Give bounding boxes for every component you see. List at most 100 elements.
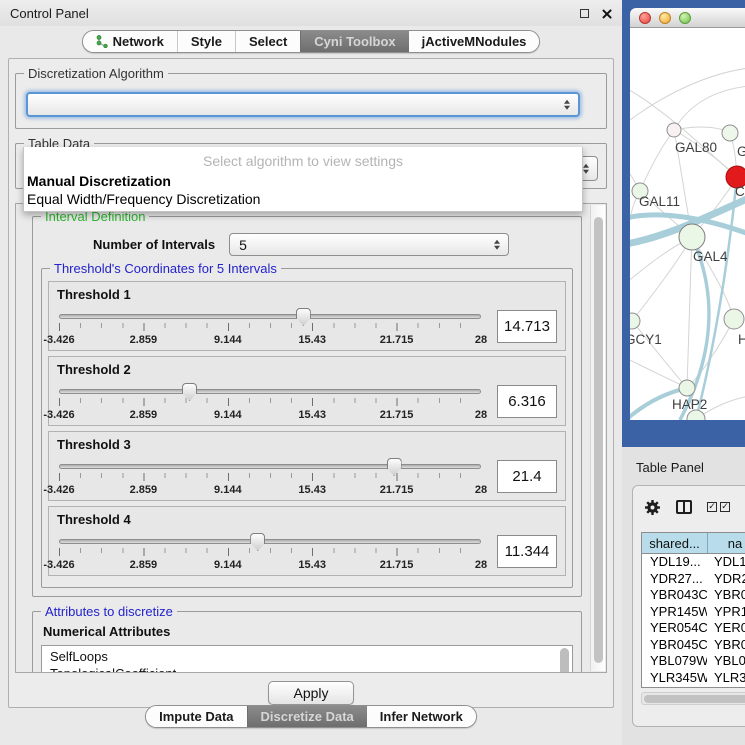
slider-track[interactable] bbox=[59, 464, 481, 469]
algorithm-option-equal-width[interactable]: Equal Width/Frequency Discretization bbox=[24, 190, 582, 208]
columns-icon[interactable] bbox=[676, 500, 692, 514]
table-horizontal-scrollbar[interactable] bbox=[641, 692, 745, 705]
table-row[interactable]: YBR043C YBR0 bbox=[642, 587, 745, 604]
tab-discretize-data-label: Discretize Data bbox=[261, 709, 354, 724]
column-header-name[interactable]: na bbox=[708, 533, 745, 553]
window-title: Control Panel bbox=[10, 6, 89, 21]
slider-track[interactable] bbox=[59, 539, 481, 544]
table-panel-section: Table Panel ✓ ✓ shared... na bbox=[622, 447, 745, 745]
cell-name: YBR0 bbox=[708, 587, 745, 604]
threshold-slider[interactable]: -3.426 2.859 9.144 15.43 21.715 28 bbox=[57, 382, 483, 426]
table-body: YDL19... YDL1 YDR27... YDR2 YBR043C YBR0 bbox=[642, 554, 745, 688]
tab-jactivemnodules-label: jActiveMNodules bbox=[422, 34, 527, 49]
apply-button[interactable]: Apply bbox=[268, 681, 353, 705]
minimize-traffic-icon[interactable] bbox=[659, 12, 671, 24]
table-row[interactable]: YBR045C YBR0 bbox=[642, 637, 745, 654]
threshold-value-field[interactable]: 11.344 bbox=[497, 535, 557, 568]
tick-label: 28 bbox=[475, 559, 487, 571]
tab-style-label: Style bbox=[191, 34, 222, 49]
tab-select-label: Select bbox=[249, 34, 287, 49]
attribute-list-item[interactable]: SelfLoops bbox=[50, 648, 556, 665]
node-unnamed-top-right[interactable] bbox=[722, 125, 738, 141]
threshold-value-field[interactable]: 6.316 bbox=[497, 385, 557, 418]
cell-name: YPR1 bbox=[708, 604, 745, 621]
discretization-algorithm-group: Discretization Algorithm bbox=[15, 73, 607, 129]
node-right-mid[interactable] bbox=[724, 309, 744, 329]
tick-label: 2.859 bbox=[130, 484, 158, 496]
interval-definition-group: Interval Definition Number of Intervals … bbox=[32, 216, 582, 597]
apply-row: Apply bbox=[9, 681, 613, 705]
threshold-slider[interactable]: -3.426 2.859 9.144 15.43 21.715 28 bbox=[57, 457, 483, 501]
table-row[interactable]: YBL079W YBL0 bbox=[642, 653, 745, 670]
tab-style[interactable]: Style bbox=[177, 31, 235, 52]
network-canvas[interactable]: GAL80 GA GAL11 C GAL4 GCY1 H HAP2 bbox=[630, 28, 745, 420]
slider-track[interactable] bbox=[59, 314, 481, 319]
algorithm-combobox[interactable] bbox=[26, 92, 580, 117]
node-label-partial-mid: C bbox=[735, 184, 745, 199]
settings-vertical-scrollbar[interactable] bbox=[590, 205, 605, 671]
tab-network[interactable]: Network bbox=[83, 31, 177, 52]
table-row[interactable]: YDL19... YDL1 bbox=[642, 554, 745, 571]
tick-label: 15.43 bbox=[298, 409, 326, 421]
threshold-panel: Threshold 1 -3.426 2.859 bbox=[48, 281, 566, 351]
cell-name: YBL0 bbox=[708, 653, 745, 670]
attributes-scrollbar-thumb[interactable] bbox=[560, 648, 569, 673]
node-gal80[interactable] bbox=[667, 123, 681, 137]
attributes-list-scrollbar[interactable] bbox=[560, 648, 570, 673]
node-label-hap2: HAP2 bbox=[672, 397, 707, 412]
slider-ticks bbox=[59, 323, 481, 328]
tab-infer-network[interactable]: Infer Network bbox=[367, 706, 476, 727]
tab-impute-data[interactable]: Impute Data bbox=[146, 706, 246, 727]
tick-label: 21.715 bbox=[380, 409, 414, 421]
settings-scrollbar-thumb[interactable] bbox=[594, 217, 603, 663]
node-gcy1[interactable] bbox=[630, 313, 640, 329]
slider-tick-labels: -3.426 2.859 9.144 15.43 21.715 28 bbox=[59, 334, 481, 347]
tick-label: 15.43 bbox=[298, 334, 326, 346]
network-view-window[interactable]: GAL80 GA GAL11 C GAL4 GCY1 H HAP2 bbox=[622, 0, 745, 447]
tab-jactivemnodules[interactable]: jActiveMNodules bbox=[409, 31, 540, 52]
tick-label: 15.43 bbox=[298, 559, 326, 571]
threshold-list: Threshold 1 -3.426 2.859 bbox=[48, 281, 566, 576]
tick-label: 21.715 bbox=[380, 484, 414, 496]
table-hscrollbar-thumb[interactable] bbox=[644, 695, 745, 703]
attribute-list-item[interactable]: TopologicalCoefficient bbox=[50, 665, 556, 673]
algorithm-dropdown-popup: Select algorithm to view settings Manual… bbox=[23, 147, 583, 212]
threshold-slider[interactable]: -3.426 2.859 9.144 15.43 21.715 28 bbox=[57, 307, 483, 351]
tick-label: 9.144 bbox=[214, 559, 242, 571]
tab-cyni-toolbox[interactable]: Cyni Toolbox bbox=[300, 31, 408, 52]
tick-label: 9.144 bbox=[214, 484, 242, 496]
tick-label: 9.144 bbox=[214, 334, 242, 346]
tick-label: -3.426 bbox=[43, 409, 74, 421]
gear-icon[interactable] bbox=[644, 499, 661, 516]
tick-label: 21.715 bbox=[380, 559, 414, 571]
combo-arrows-icon bbox=[494, 239, 500, 250]
threshold-value-field[interactable]: 14.713 bbox=[497, 310, 557, 343]
table-row[interactable]: YIL052C YIL0 bbox=[642, 686, 745, 688]
number-of-intervals-combobox[interactable]: 5 bbox=[229, 233, 509, 256]
close-traffic-icon[interactable] bbox=[639, 12, 651, 24]
tab-select[interactable]: Select bbox=[235, 31, 300, 52]
number-of-intervals-label: Number of Intervals bbox=[93, 237, 215, 252]
close-icon[interactable] bbox=[601, 8, 612, 19]
node-hap2[interactable] bbox=[679, 380, 695, 396]
top-tabbar: Network Style Select Cyni Toolbox jActiv… bbox=[0, 26, 622, 56]
network-graph[interactable]: GAL80 GA GAL11 C GAL4 GCY1 H HAP2 bbox=[630, 28, 745, 420]
threshold-value-field[interactable]: 21.4 bbox=[497, 460, 557, 493]
slider-track[interactable] bbox=[59, 389, 481, 394]
algorithm-placeholder-option[interactable]: Select algorithm to view settings bbox=[24, 147, 582, 172]
algorithm-option-manual[interactable]: Manual Discretization bbox=[24, 172, 582, 190]
zoom-traffic-icon[interactable] bbox=[679, 12, 691, 24]
table-row[interactable]: YDR27... YDR2 bbox=[642, 571, 745, 588]
float-window-icon[interactable] bbox=[580, 9, 589, 18]
table-row[interactable]: YLR345W YLR3 bbox=[642, 670, 745, 687]
tab-discretize-data[interactable]: Discretize Data bbox=[247, 706, 367, 727]
threshold-slider[interactable]: -3.426 2.859 9.144 15.43 21.715 28 bbox=[57, 532, 483, 576]
table-row[interactable]: YPR145W YPR1 bbox=[642, 604, 745, 621]
node-gal4[interactable] bbox=[679, 224, 705, 250]
cell-name: YER0 bbox=[708, 620, 745, 637]
table-row[interactable]: YER054C YER0 bbox=[642, 620, 745, 637]
tick-label: 28 bbox=[475, 409, 487, 421]
select-columns-icon[interactable]: ✓ ✓ bbox=[707, 502, 730, 512]
tick-label: 21.715 bbox=[380, 334, 414, 346]
column-header-shared-name[interactable]: shared... bbox=[642, 533, 708, 553]
